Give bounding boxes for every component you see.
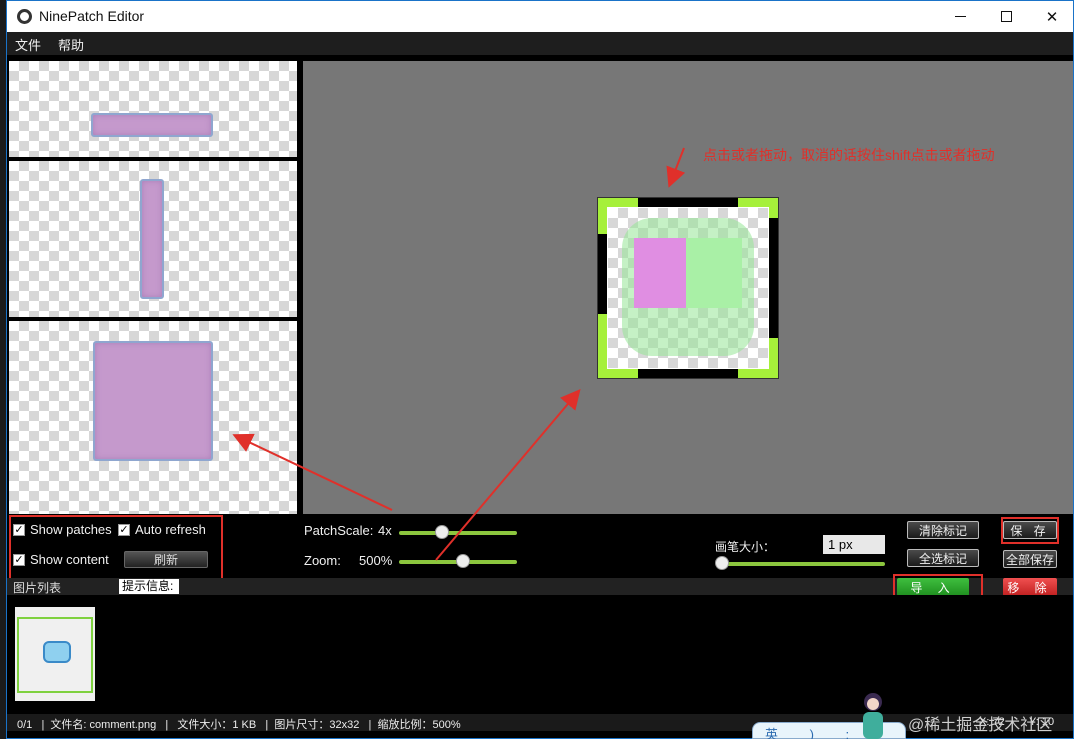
hint-info: 提示信息: [119, 579, 179, 594]
minimize-button[interactable] [937, 1, 983, 32]
right-patch-mark [769, 218, 778, 338]
minimize-icon [954, 16, 966, 17]
preview-panel [9, 61, 297, 514]
editor-canvas[interactable]: 点击或者拖动，取消的话按住shift点击或者拖动 [303, 61, 1073, 514]
close-button[interactable]: ✕ [1029, 1, 1075, 32]
patchscale-value: 4x [378, 523, 392, 538]
preview-horizontal [9, 61, 297, 157]
preview-vertical [9, 161, 297, 317]
brush-size-slider-knob[interactable] [715, 556, 729, 570]
clear-marks-button[interactable]: 清除标记 [907, 521, 979, 539]
close-icon: ✕ [1045, 8, 1059, 26]
highlight-box [1001, 517, 1059, 544]
watermark: @稀土掘金技术社区 [908, 717, 1053, 734]
maximize-button[interactable] [983, 1, 1029, 32]
bottom-patch-mark [638, 369, 738, 378]
maximize-icon [1000, 11, 1012, 22]
patchscale-slider[interactable] [399, 531, 517, 535]
comment-bubble-icon [43, 641, 71, 663]
app-icon [17, 9, 32, 24]
zoom-value: 500% [359, 553, 393, 568]
patchscale-label: PatchScale: [304, 523, 374, 538]
ninepatch-content [608, 208, 768, 368]
corner-guide [598, 198, 607, 234]
menu-file[interactable]: 文件 [15, 35, 41, 54]
corner-guide [598, 314, 607, 378]
patchscale-slider-knob[interactable] [435, 525, 450, 539]
brush-size-slider[interactable] [717, 562, 885, 566]
menu-bar: 文件 帮助 [7, 32, 1073, 55]
stretch-area [686, 238, 742, 308]
window-title: NinePatch Editor [39, 8, 145, 24]
thumbnail-frame [17, 617, 93, 693]
highlight-box [9, 515, 223, 582]
save-all-button[interactable]: 全部保存 [1003, 550, 1057, 568]
image-thumbnail[interactable] [15, 607, 95, 701]
left-patch-mark [598, 234, 607, 314]
image-list-label: 图片列表 [13, 581, 62, 595]
full-stretch-preview [93, 341, 213, 461]
horizontal-stretch-preview [91, 113, 213, 137]
brush-size-label: 画笔大小： [715, 540, 776, 554]
mascot-image [863, 693, 883, 739]
corner-guide [769, 198, 778, 218]
title-bar[interactable]: NinePatch Editor ✕ [7, 1, 1073, 32]
status-text: 0/1 | 文件名: comment.png | 文件大小：1 KB | 图片尺… [17, 719, 461, 731]
zoom-label: Zoom: [304, 553, 341, 568]
select-all-marks-button[interactable]: 全选标记 [907, 549, 979, 567]
corner-guide [769, 338, 778, 378]
image-list [7, 595, 1073, 714]
menu-help[interactable]: 帮助 [58, 35, 84, 54]
vertical-stretch-preview [140, 179, 164, 299]
controls-panel: ✓ Show patches ✓ Auto refresh ✓ Show con… [7, 514, 1073, 582]
zoom-slider-knob[interactable] [456, 554, 471, 568]
ninepatch-image[interactable] [597, 197, 779, 379]
annotation-text: 点击或者拖动，取消的话按住shift点击或者拖动 [703, 147, 995, 163]
content-area [634, 238, 686, 308]
preview-both [9, 321, 297, 514]
remove-button[interactable]: 移 除 [1003, 578, 1057, 596]
brush-size-input[interactable]: 1 px [823, 535, 885, 554]
screen: NinePatch Editor ✕ 文件 帮助 点击或者拖动，取消的话按住sh… [0, 0, 1080, 739]
top-patch-mark [638, 198, 738, 207]
desktop-right-edge [1074, 0, 1080, 739]
ninepatch-window: NinePatch Editor ✕ 文件 帮助 点击或者拖动，取消的话按住sh… [6, 0, 1074, 739]
